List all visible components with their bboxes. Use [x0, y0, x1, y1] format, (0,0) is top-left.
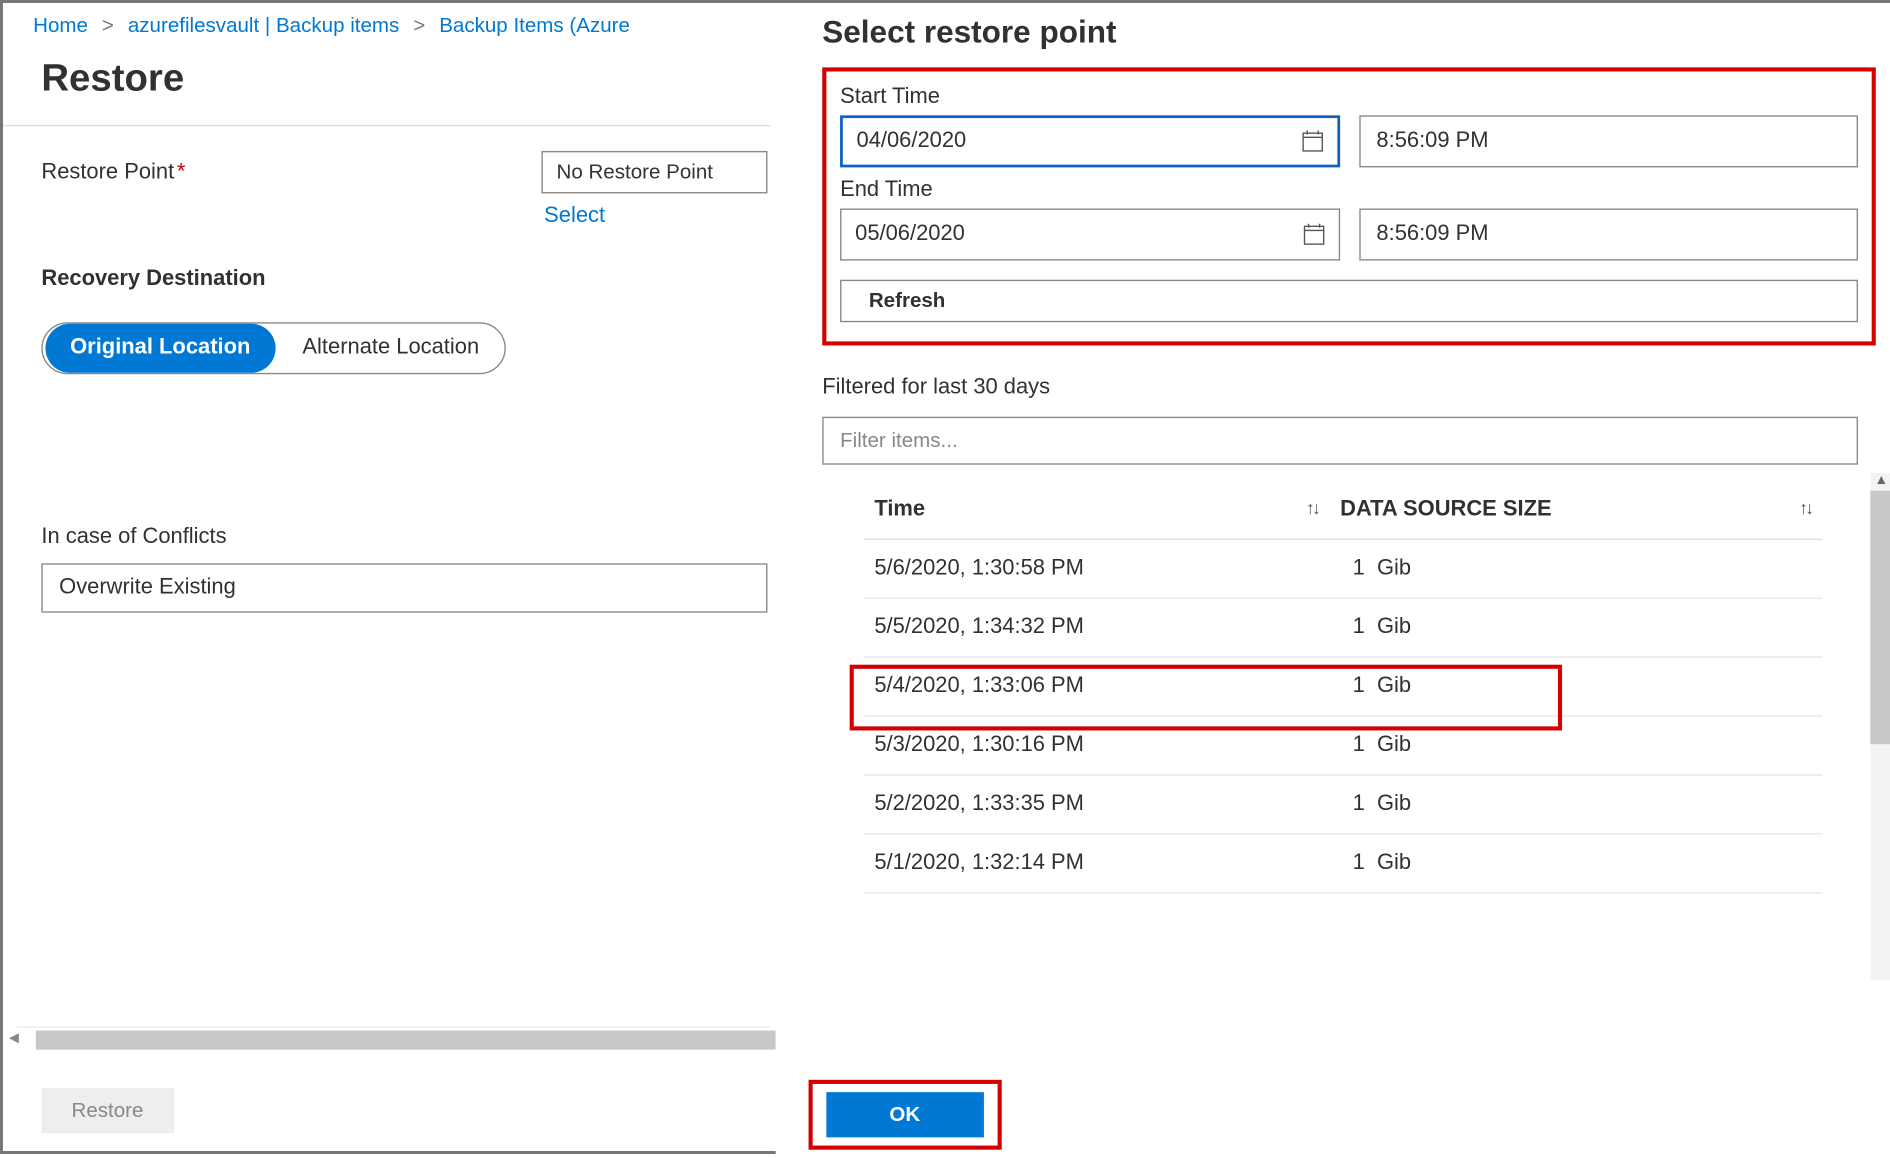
- calendar-icon[interactable]: [1301, 130, 1323, 152]
- conflicts-dropdown[interactable]: Overwrite Existing: [41, 563, 767, 612]
- restore-points-table: Time ↑↓ DATA SOURCE SIZE ↑↓ 5/6/2020, 1:…: [863, 473, 1822, 894]
- recovery-destination-label: Recovery Destination: [3, 229, 770, 292]
- end-time-input[interactable]: 8:56:09 PM: [1359, 209, 1858, 261]
- table-row[interactable]: 5/4/2020, 1:33:06 PM1 Gib: [863, 657, 1822, 716]
- breadcrumb: Home > azurefilesvault | Backup items > …: [3, 3, 770, 48]
- chevron-right-icon: >: [413, 14, 425, 37]
- breadcrumb-items[interactable]: Backup Items (Azure: [439, 14, 630, 37]
- seg-original-location[interactable]: Original Location: [45, 324, 275, 373]
- start-date-input[interactable]: 04/06/2020: [840, 115, 1339, 167]
- time-range-highlight: Start Time 04/06/2020 8:56:09 PM End Tim…: [822, 67, 1876, 345]
- breadcrumb-home[interactable]: Home: [33, 14, 88, 37]
- table-row[interactable]: 5/3/2020, 1:30:16 PM1 Gib: [863, 716, 1822, 775]
- restore-point-value[interactable]: No Restore Point: [541, 151, 767, 193]
- start-time-label: Start Time: [840, 85, 1858, 110]
- end-time-label: End Time: [840, 178, 1858, 203]
- conflicts-label: In case of Conflicts: [3, 374, 770, 549]
- sort-icon[interactable]: ↑↓: [1306, 498, 1318, 519]
- select-restore-point-panel: Select restore point Start Time 04/06/20…: [776, 3, 1890, 1158]
- refresh-button[interactable]: Refresh: [840, 280, 1858, 322]
- horizontal-scrollbar[interactable]: ◄: [17, 1026, 771, 1051]
- col-time[interactable]: Time: [874, 498, 925, 521]
- scroll-left-icon[interactable]: ◄: [6, 1028, 22, 1047]
- table-row[interactable]: 5/1/2020, 1:32:14 PM1 Gib: [863, 834, 1822, 893]
- breadcrumb-vault[interactable]: azurefilesvault | Backup items: [128, 14, 399, 37]
- start-time-input[interactable]: 8:56:09 PM: [1359, 115, 1858, 167]
- scrollbar-thumb[interactable]: [36, 1031, 776, 1050]
- filter-input[interactable]: Filter items...: [822, 417, 1858, 465]
- panel-title: Select restore point: [822, 3, 1890, 67]
- calendar-icon[interactable]: [1302, 224, 1324, 246]
- restore-point-label: Restore Point*: [41, 160, 541, 185]
- scroll-up-icon[interactable]: ▲: [1870, 473, 1890, 488]
- seg-alternate-location[interactable]: Alternate Location: [278, 324, 504, 373]
- ok-button[interactable]: OK: [826, 1092, 983, 1137]
- recovery-destination-toggle[interactable]: Original Location Alternate Location: [41, 322, 505, 374]
- col-size[interactable]: DATA SOURCE SIZE: [1340, 498, 1551, 521]
- restore-page: Home > azurefilesvault | Backup items > …: [3, 3, 770, 1158]
- page-title: Restore: [3, 48, 770, 125]
- ok-highlight: OK: [809, 1080, 1001, 1150]
- table-row[interactable]: 5/2/2020, 1:33:35 PM1 Gib: [863, 775, 1822, 834]
- restore-button: Restore: [41, 1088, 173, 1133]
- chevron-right-icon: >: [102, 14, 114, 37]
- end-date-input[interactable]: 05/06/2020: [840, 209, 1339, 261]
- table-row[interactable]: 5/5/2020, 1:34:32 PM1 Gib: [863, 598, 1822, 657]
- filter-status: Filtered for last 30 days: [822, 376, 1890, 401]
- select-restore-point-link[interactable]: Select: [3, 193, 770, 229]
- vertical-scrollbar[interactable]: ▲: [1870, 473, 1890, 980]
- sort-icon[interactable]: ↑↓: [1799, 498, 1811, 519]
- table-row[interactable]: 5/6/2020, 1:30:58 PM1 Gib: [863, 539, 1822, 598]
- scrollbar-thumb[interactable]: [1870, 491, 1890, 744]
